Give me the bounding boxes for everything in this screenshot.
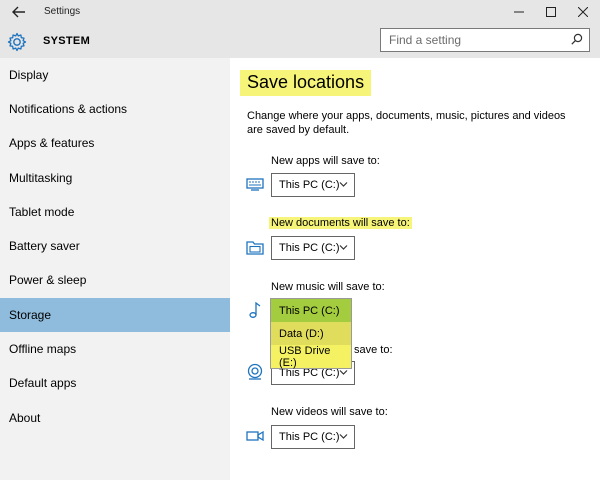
minimize-icon [514,11,524,13]
video-camera-icon [246,430,264,442]
search-input[interactable] [381,29,561,50]
maximize-icon [546,7,556,17]
back-button[interactable] [8,2,30,22]
section-title: SYSTEM [43,35,91,47]
videos-location-dropdown[interactable]: This PC (C:) [271,425,355,449]
sidebar-item-label: Multitasking [9,171,73,185]
sidebar-item-default-apps[interactable]: Default apps [0,366,230,400]
chevron-down-icon [339,370,348,375]
sidebar-item-label: Battery saver [9,239,80,253]
sidebar-item-display[interactable]: Display [0,58,230,92]
sidebar-item-label: About [9,411,41,425]
music-location-options: This PC (C:) Data (D:) USB Drive (E:) [270,298,352,369]
option-label: This PC (C:) [279,304,340,317]
music-save-label: New music will save to: [271,281,385,293]
dropdown-value: This PC (C:) [279,431,340,443]
page-title: Save locations [240,70,372,96]
main-content: Save locations Change where your apps, d… [230,58,600,480]
settings-header: SYSTEM [0,24,600,58]
search-icon[interactable] [571,33,583,45]
sidebar: Display Notifications & actions Apps & f… [0,58,230,480]
sidebar-item-label: Display [9,68,49,82]
back-arrow-icon [12,6,25,18]
window-title: Settings [44,6,81,17]
title-bar: Settings [0,0,600,24]
sidebar-item-label: Default apps [9,376,77,390]
sidebar-item-label: Tablet mode [9,205,75,219]
dropdown-value: This PC (C:) [279,242,340,254]
documents-folder-icon [246,241,264,255]
option-label: Data (D:) [279,327,324,340]
pictures-save-label: save to: [354,344,393,356]
option-label: USB Drive (E:) [279,344,331,369]
documents-save-label: New documents will save to: [269,217,412,229]
sidebar-item-about[interactable]: About [0,401,230,435]
sidebar-item-label: Storage [9,308,52,322]
chevron-down-icon [339,182,348,187]
apps-save-label: New apps will save to: [271,155,380,167]
close-icon [578,7,588,17]
apps-location-dropdown[interactable]: This PC (C:) [271,173,355,197]
sidebar-item-notifications-actions[interactable]: Notifications & actions [0,92,230,126]
sidebar-item-storage[interactable]: Storage [0,298,230,332]
documents-location-dropdown[interactable]: This PC (C:) [271,236,355,260]
sidebar-item-power-sleep[interactable]: Power & sleep [0,263,230,297]
sidebar-item-tablet-mode[interactable]: Tablet mode [0,195,230,229]
page-description: Change where your apps, documents, music… [247,110,566,136]
camera-icon [247,363,263,380]
close-button[interactable] [568,0,598,24]
minimize-button[interactable] [504,0,534,24]
sidebar-item-battery-saver[interactable]: Battery saver [0,229,230,263]
gear-icon [7,32,27,52]
sidebar-item-label: Power & sleep [9,273,87,287]
sidebar-item-apps-features[interactable]: Apps & features [0,126,230,160]
option-usb-drive[interactable]: USB Drive (E:) [271,344,351,369]
music-note-icon [249,301,261,318]
sidebar-item-multitasking[interactable]: Multitasking [0,161,230,195]
sidebar-item-label: Apps & features [9,136,95,150]
videos-save-label: New videos will save to: [271,406,388,418]
sidebar-item-offline-maps[interactable]: Offline maps [0,332,230,366]
maximize-button[interactable] [536,0,566,24]
sidebar-item-label: Offline maps [9,342,77,356]
dropdown-value: This PC (C:) [279,179,340,191]
option-this-pc[interactable]: This PC (C:) [271,299,351,322]
search-box[interactable] [380,28,590,52]
monitor-icon [246,178,264,191]
chevron-down-icon [339,434,348,439]
sidebar-item-label: Notifications & actions [9,102,128,116]
chevron-down-icon [339,245,348,250]
option-data-d[interactable]: Data (D:) [271,322,351,345]
